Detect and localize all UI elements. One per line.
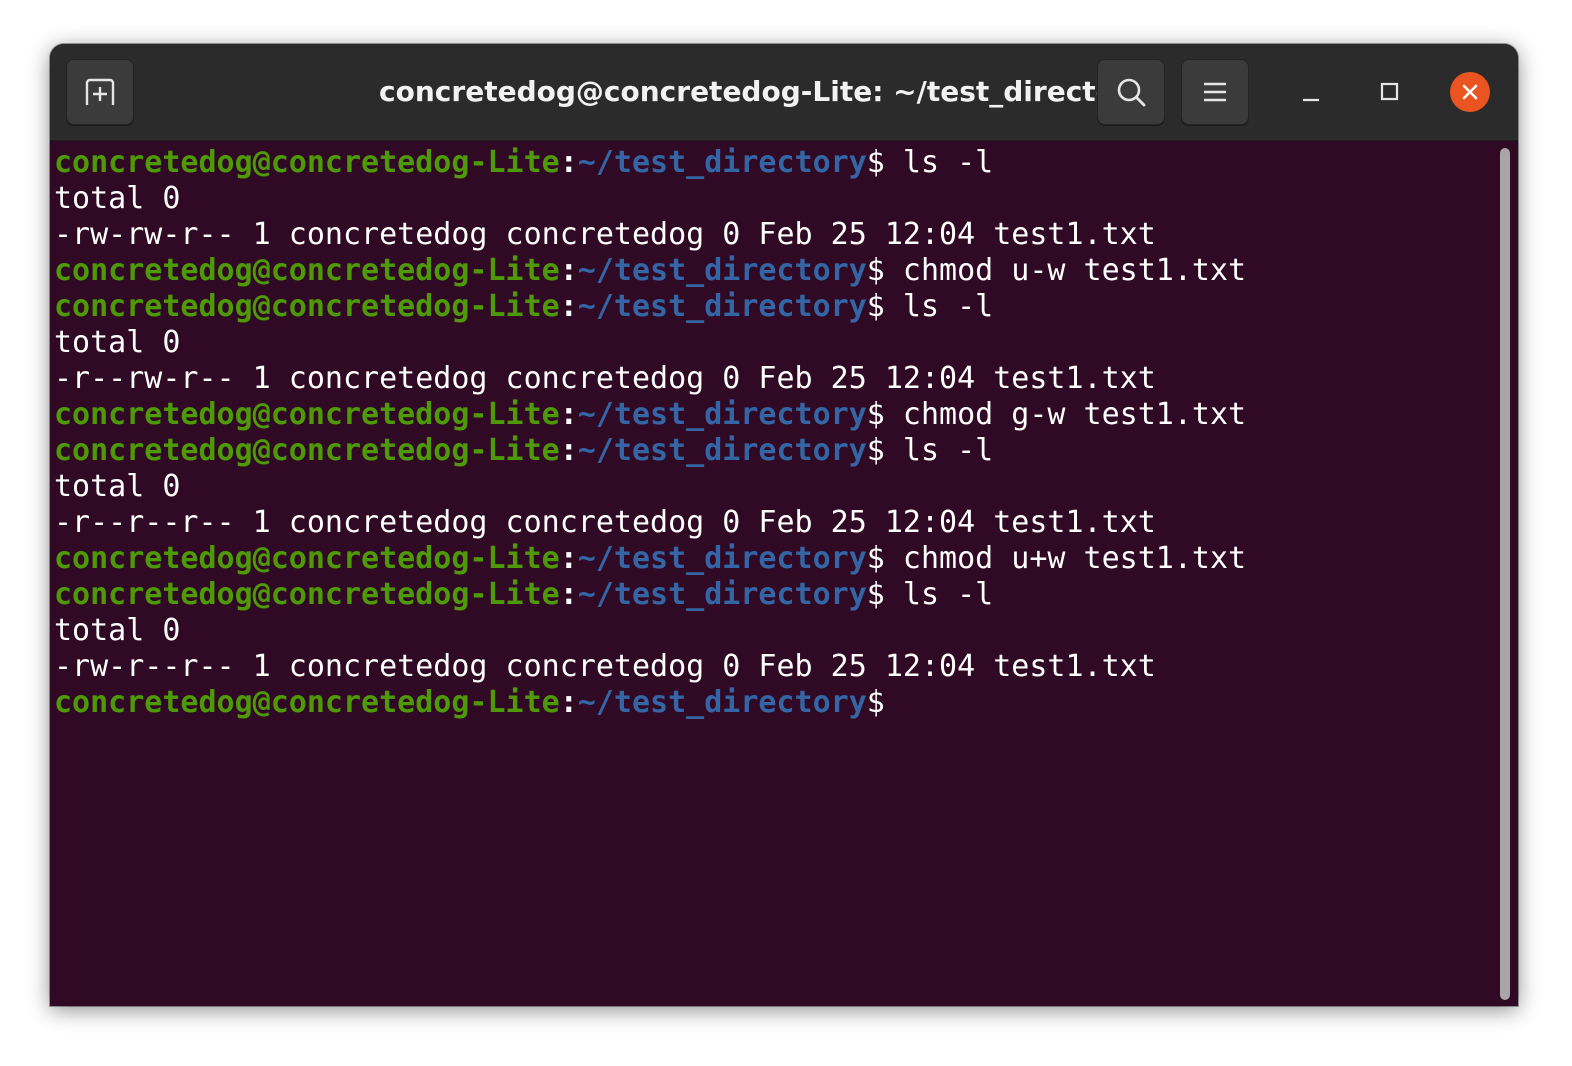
command-text: chmod u-w test1.txt [884,253,1247,288]
prompt-line: concretedog@concretedog-Lite:~/test_dire… [54,433,1494,469]
prompt-path: ~/test_directory [577,433,867,468]
scrollbar[interactable] [1500,148,1510,1000]
command-text: chmod u+w test1.txt [884,541,1247,576]
prompt-user-host: concretedog@concretedog-Lite [54,145,560,180]
maximize-icon [1379,81,1401,103]
prompt-symbol: $ [866,397,885,432]
command-text: ls -l [884,145,994,180]
prompt-line: concretedog@concretedog-Lite:~/test_dire… [54,253,1494,289]
output-line: total 0 [54,469,181,504]
maximize-button[interactable] [1357,59,1423,125]
prompt-path: ~/test_directory [577,541,867,576]
prompt-path: ~/test_directory [577,289,867,324]
new-tab-button[interactable] [66,59,134,125]
prompt-line: concretedog@concretedog-Lite:~/test_dire… [54,541,1494,577]
prompt-symbol: $ [866,685,885,720]
prompt-separator: : [559,433,578,468]
output-line: -rw-rw-r-- 1 concretedog concretedog 0 F… [54,217,1156,252]
command-text: ls -l [884,433,994,468]
prompt-separator: : [559,289,578,324]
minimize-icon [1300,81,1322,103]
prompt-line: concretedog@concretedog-Lite:~/test_dire… [54,397,1494,433]
search-icon [1115,76,1147,108]
prompt-user-host: concretedog@concretedog-Lite [54,289,560,324]
scrollbar-thumb[interactable] [1500,148,1510,1000]
prompt-separator: : [559,577,578,612]
prompt-separator: : [559,685,578,720]
output-line: total 0 [54,181,181,216]
output-line: -r--r--r-- 1 concretedog concretedog 0 F… [54,505,1156,540]
prompt-path: ~/test_directory [577,145,867,180]
prompt-separator: : [559,145,578,180]
output-line: -r--rw-r-- 1 concretedog concretedog 0 F… [54,361,1156,396]
command-text: ls -l [884,577,994,612]
prompt-symbol: $ [866,433,885,468]
prompt-user-host: concretedog@concretedog-Lite [54,541,560,576]
title-bar[interactable]: concretedog@concretedog-Lite: ~/test_dir… [50,44,1518,141]
prompt-user-host: concretedog@concretedog-Lite [54,685,560,720]
output-line: total 0 [54,325,181,360]
prompt-symbol: $ [866,145,885,180]
close-button[interactable] [1437,59,1503,125]
minimize-button[interactable] [1278,59,1344,125]
output-line: total 0 [54,613,181,648]
new-tab-icon [83,77,117,107]
menu-button[interactable] [1181,59,1249,125]
prompt-separator: : [559,541,578,576]
prompt-user-host: concretedog@concretedog-Lite [54,253,560,288]
prompt-user-host: concretedog@concretedog-Lite [54,433,560,468]
prompt-line: concretedog@concretedog-Lite:~/test_dire… [54,289,1494,325]
command-text: chmod g-w test1.txt [884,397,1247,432]
prompt-path: ~/test_directory [577,685,867,720]
prompt-path: ~/test_directory [577,577,867,612]
search-button[interactable] [1097,59,1165,125]
command-text: ls -l [884,289,994,324]
prompt-symbol: $ [866,289,885,324]
hamburger-menu-icon [1202,81,1228,103]
prompt-line: concretedog@concretedog-Lite:~/test_dire… [54,145,1494,181]
output-line: -rw-r--r-- 1 concretedog concretedog 0 F… [54,649,1156,684]
prompt-line: concretedog@concretedog-Lite:~/test_dire… [54,577,1494,613]
prompt-path: ~/test_directory [577,397,867,432]
close-button-circle[interactable] [1450,72,1490,112]
prompt-symbol: $ [866,253,885,288]
prompt-user-host: concretedog@concretedog-Lite [54,577,560,612]
prompt-separator: : [559,253,578,288]
prompt-path: ~/test_directory [577,253,867,288]
close-icon [1461,83,1479,101]
prompt-symbol: $ [866,541,885,576]
prompt-separator: : [559,397,578,432]
prompt-user-host: concretedog@concretedog-Lite [54,397,560,432]
prompt-symbol: $ [866,577,885,612]
prompt-line: concretedog@concretedog-Lite:~/test_dire… [54,685,1494,721]
terminal-window: concretedog@concretedog-Lite: ~/test_dir… [50,44,1518,1006]
terminal-output[interactable]: concretedog@concretedog-Lite:~/test_dire… [50,141,1494,1006]
